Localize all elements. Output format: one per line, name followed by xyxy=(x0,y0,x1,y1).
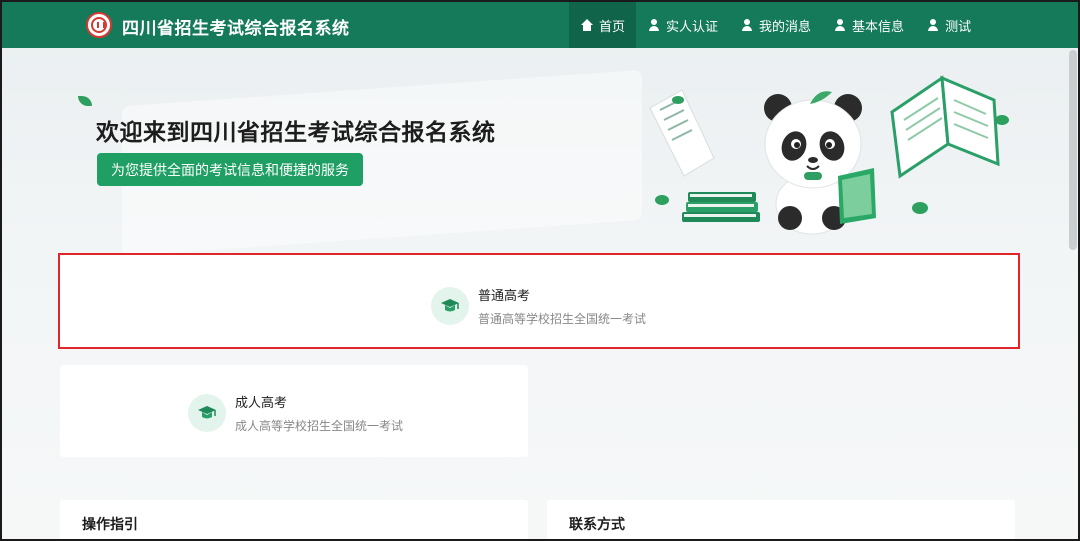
exam-name: 普通高考 xyxy=(478,289,531,304)
book-stack-icon xyxy=(682,192,760,222)
exam-card-adult: 成人高考 成人高等学校招生全国统一考试 xyxy=(60,365,528,457)
hero-banner: 欢迎来到四川省招生考试综合报名系统 为您提供全面的考试信息和便捷的服务 xyxy=(2,48,1078,257)
user-icon xyxy=(741,19,753,31)
nav-label-basic-info: 基本信息 xyxy=(852,19,905,35)
exam-entry-general[interactable]: 普通高考 普通高等学校招生全国统一考试 xyxy=(431,285,646,327)
exam-card-general: 普通高考 普通高等学校招生全国统一考试 xyxy=(58,253,1020,349)
nav-item-identity-verification[interactable]: 实人认证 xyxy=(636,2,729,48)
user-icon xyxy=(834,19,846,31)
hero-title: 欢迎来到四川省招生考试综合报名系统 xyxy=(96,120,496,146)
main-nav: 首页 实人认证 我的消息 基本信息 测试 xyxy=(569,2,982,48)
leaf-decoration xyxy=(78,96,92,106)
hero-subtitle: 为您提供全面的考试信息和便捷的服务 xyxy=(97,153,363,186)
exam-description: 成人高等学校招生全国统一考试 xyxy=(235,419,404,433)
nav-item-test[interactable]: 测试 xyxy=(915,2,982,48)
top-header: 四川省招生考试综合报名系统 首页 实人认证 我的消息 基本信息 测试 xyxy=(2,2,1078,48)
nav-label-my-messages: 我的消息 xyxy=(759,19,812,35)
exam-name: 成人高考 xyxy=(235,396,288,411)
guide-section: 操作指引 xyxy=(60,500,528,539)
nav-label-identity-verification: 实人认证 xyxy=(666,19,719,35)
user-icon xyxy=(927,19,939,31)
site-title[interactable]: 四川省招生考试综合报名系统 xyxy=(122,14,350,39)
nav-item-my-messages[interactable]: 我的消息 xyxy=(729,2,822,48)
home-icon xyxy=(581,19,593,31)
nav-label-home: 首页 xyxy=(599,19,626,35)
nav-item-basic-info[interactable]: 基本信息 xyxy=(822,2,915,48)
nav-label-test: 测试 xyxy=(945,19,972,35)
page-scrollbar[interactable] xyxy=(1069,50,1077,250)
logo-icon[interactable] xyxy=(86,12,112,38)
exam-entry-adult[interactable]: 成人高考 成人高等学校招生全国统一考试 xyxy=(188,392,403,434)
panda-illustration xyxy=(649,75,1009,235)
contact-section-title: 联系方式 xyxy=(569,517,625,533)
open-book-icon xyxy=(890,75,1000,179)
graduation-cap-icon xyxy=(431,287,469,325)
exam-description: 普通高等学校招生全国统一考试 xyxy=(478,312,647,326)
graduation-cap-icon xyxy=(188,394,226,432)
nav-item-home[interactable]: 首页 xyxy=(569,2,637,48)
user-icon xyxy=(648,19,660,31)
app-frame: 四川省招生考试综合报名系统 首页 实人认证 我的消息 基本信息 测试 欢迎来到四… xyxy=(0,0,1080,541)
guide-section-title: 操作指引 xyxy=(82,517,138,533)
contact-section: 联系方式 xyxy=(547,500,1015,539)
held-book-icon xyxy=(838,168,876,224)
